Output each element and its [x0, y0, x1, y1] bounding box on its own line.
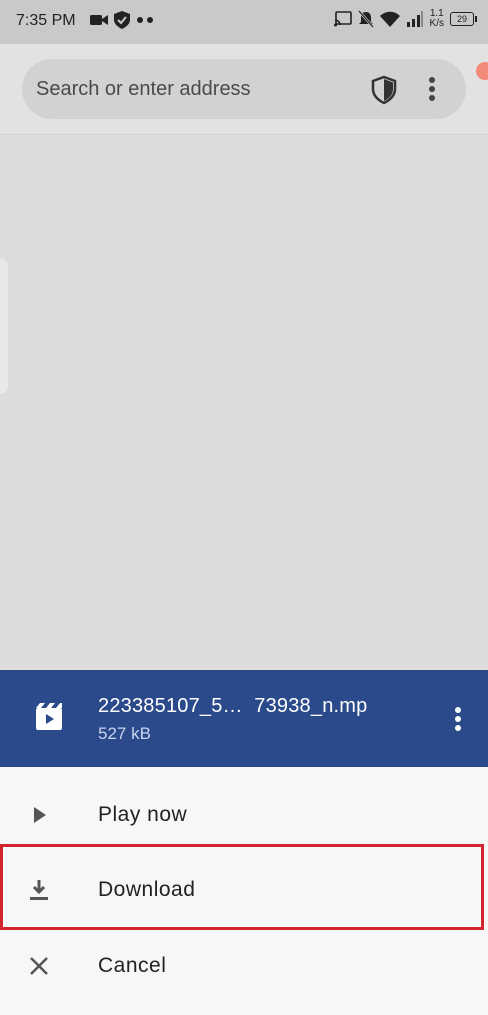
net-speed-unit: K/s	[429, 18, 444, 29]
browser-toolbar: Search or enter address	[0, 44, 488, 135]
file-name: 223385107_5… 73938_n.mp	[98, 695, 368, 717]
file-size: 527 kB	[98, 724, 151, 743]
close-icon	[30, 957, 48, 975]
cast-icon	[333, 11, 352, 27]
address-bar[interactable]: Search or enter address	[22, 59, 466, 119]
notification-dot	[476, 62, 488, 80]
status-right-icons: 1.1 K/s 29	[333, 9, 477, 29]
video-camera-icon	[90, 15, 108, 25]
side-handle[interactable]	[0, 258, 8, 394]
shield-check-icon	[114, 11, 130, 29]
download-actions-sheet: Play now Download Cancel	[0, 767, 488, 1015]
wifi-icon	[379, 11, 400, 27]
play-now-button[interactable]: Play now	[0, 779, 488, 853]
address-placeholder: Search or enter address	[36, 78, 251, 100]
status-time: 7:35 PM	[16, 12, 76, 29]
video-file-icon	[36, 703, 62, 730]
cancel-label: Cancel	[98, 954, 167, 977]
cancel-button[interactable]: Cancel	[0, 930, 488, 1004]
download-highlight-box	[0, 844, 484, 930]
play-now-label: Play now	[98, 803, 188, 826]
shield-icon[interactable]	[370, 75, 398, 105]
more-dots-icon	[137, 17, 153, 23]
battery-level: 29	[456, 14, 467, 24]
play-icon	[34, 807, 46, 823]
status-left-icons	[90, 11, 156, 29]
overflow-menu-icon[interactable]	[428, 75, 436, 103]
bell-off-icon	[357, 10, 374, 28]
network-speed: 1.1 K/s	[430, 9, 444, 29]
download-header: 223385107_5… 73938_n.mp 527 kB	[0, 670, 488, 767]
status-bar: 7:35 PM 1.1 K/s 29	[0, 0, 488, 44]
battery-icon: 29	[450, 12, 477, 26]
overflow-menu-icon[interactable]	[454, 706, 462, 732]
signal-icon	[406, 11, 423, 27]
